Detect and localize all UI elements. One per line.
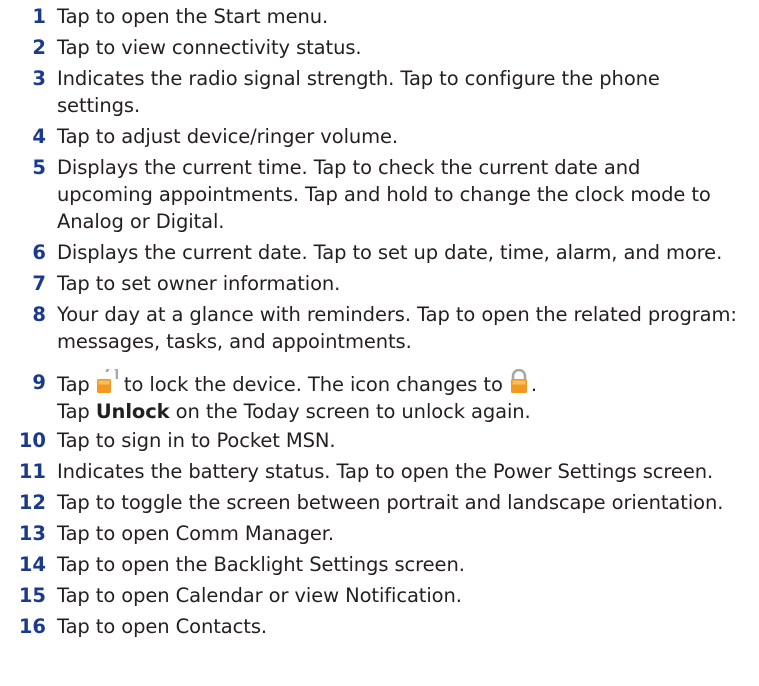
item-line: Displays the current date. Tap to set up… [57, 241, 723, 264]
item-text: Displays the current date. Tap to set up… [57, 239, 757, 266]
item-line: Your day at a glance with reminders. Tap… [57, 303, 737, 326]
item-text: Tap to adjust device/ringer volume. [57, 123, 757, 150]
item-text: Indicates the radio signal strength. Tap… [57, 65, 757, 119]
item-line: Tap to open Contacts. [57, 615, 267, 638]
item-text: Tap to toggle the screen between portrai… [57, 489, 757, 516]
item-text: Tap to sign in to Pocket MSN. [57, 427, 757, 454]
item-text: Tap to open Contacts. [57, 613, 757, 640]
item-text: Tap to view connectivity status. [57, 34, 757, 61]
unlock-label: Unlock [95, 400, 170, 423]
item-number: 12 [18, 491, 46, 514]
item-line: settings. [57, 94, 141, 117]
item-line: Indicates the radio signal strength. Tap… [57, 67, 660, 90]
item-number: 11 [18, 460, 46, 483]
item-line: Tap to sign in to Pocket MSN. [57, 429, 336, 452]
item-number: 15 [18, 584, 46, 607]
item-text-part: to lock the device. The icon changes to [117, 373, 509, 396]
item-number: 14 [18, 553, 46, 576]
item-line: Tap to open the Backlight Settings scree… [57, 553, 465, 576]
item-text: Displays the current time. Tap to check … [57, 154, 757, 235]
item-line: Tap to open Comm Manager. [57, 522, 334, 545]
item-text-part: . [530, 373, 537, 396]
item-number: 8 [32, 303, 46, 326]
item-number: 4 [32, 125, 46, 148]
item-number: 16 [18, 615, 46, 638]
item-text: Tap to set owner information. [57, 270, 757, 297]
item-line: Tap to lock the device. The icon changes… [57, 369, 757, 398]
item-line: Tap to set owner information. [57, 272, 341, 295]
item-line: Tap to open Calendar or view Notificatio… [57, 584, 462, 607]
item-line: Tap to toggle the screen between portrai… [57, 491, 724, 514]
item-number: 10 [18, 429, 46, 452]
padlock-open-icon [96, 369, 118, 395]
item-text: Tap to open Comm Manager. [57, 520, 757, 547]
item-line: Tap to view connectivity status. [57, 36, 362, 59]
item-line: Tap to open the Start menu. [57, 5, 329, 28]
padlock-closed-icon [509, 369, 531, 395]
item-text: Tap to open Calendar or view Notificatio… [57, 582, 757, 609]
item-number: 13 [18, 522, 46, 545]
item-text-part: Tap [57, 373, 96, 396]
item-line: Tap Unlock on the Today screen to unlock… [57, 398, 757, 425]
item-number: 2 [32, 36, 46, 59]
item-line: upcoming appointments. Tap and hold to c… [57, 183, 711, 206]
item-text: Tap to open the Backlight Settings scree… [57, 551, 757, 578]
item-number: 1 [32, 5, 46, 28]
item-number: 5 [32, 156, 46, 179]
item-line: Analog or Digital. [57, 210, 225, 233]
item-number: 9 [32, 371, 46, 394]
item-text-part: on the Today screen to unlock again. [169, 400, 531, 423]
item-line: Tap to adjust device/ringer volume. [57, 125, 399, 148]
item-line: Displays the current time. Tap to check … [57, 156, 641, 179]
item-text: Tap to lock the device. The icon changes… [57, 369, 757, 425]
item-number: 3 [32, 67, 46, 90]
item-text: Your day at a glance with reminders. Tap… [57, 301, 757, 355]
item-number: 7 [32, 272, 46, 295]
item-text: Tap to open the Start menu. [57, 3, 757, 30]
item-text-part: Tap [57, 400, 96, 423]
item-line: Indicates the battery status. Tap to ope… [57, 460, 714, 483]
item-text: Indicates the battery status. Tap to ope… [57, 458, 757, 485]
item-number: 6 [32, 241, 46, 264]
item-line: messages, tasks, and appointments. [57, 330, 412, 353]
